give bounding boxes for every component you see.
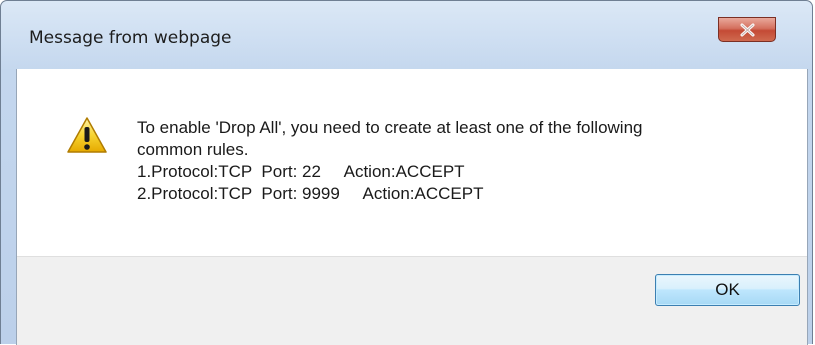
message-line: To enable 'Drop All', you need to create… [137, 118, 643, 137]
close-button[interactable] [718, 17, 776, 42]
close-icon [740, 23, 755, 37]
message-line: 2.Protocol:TCP Port: 9999 Action:ACCEPT [137, 184, 484, 203]
message-line: common rules. [137, 140, 249, 159]
message-text: To enable 'Drop All', you need to create… [137, 117, 642, 205]
warning-icon [67, 117, 107, 153]
dialog-title: Message from webpage [29, 28, 232, 48]
ok-button[interactable]: OK [655, 274, 800, 306]
dialog-content: To enable 'Drop All', you need to create… [16, 69, 808, 345]
title-bar[interactable]: Message from webpage [1, 1, 812, 59]
message-dialog: Message from webpage To enable 'Drop All… [0, 0, 813, 345]
message-line: 1.Protocol:TCP Port: 22 Action:ACCEPT [137, 162, 465, 181]
